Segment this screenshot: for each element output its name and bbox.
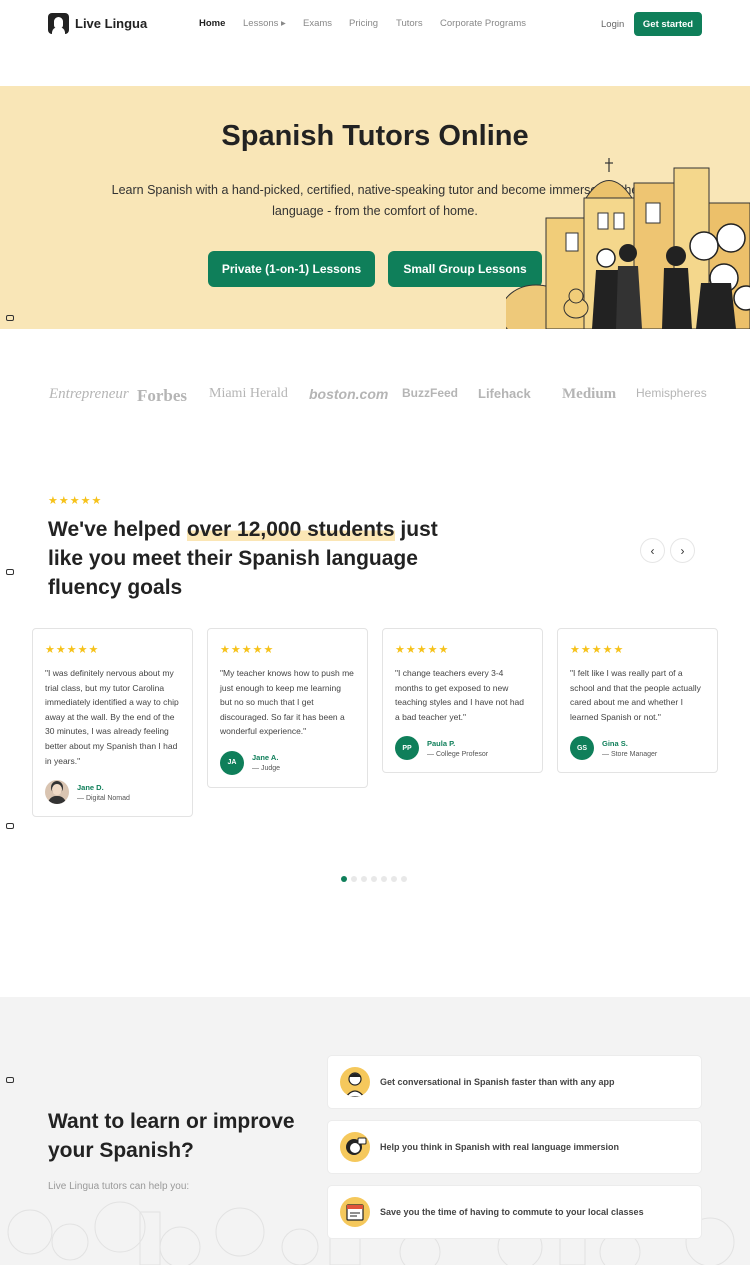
calendar-icon xyxy=(340,1197,370,1227)
testimonial-author: JA Jane A. — Judge xyxy=(220,750,355,775)
testimonials-heading: We've helped over 12,000 students just l… xyxy=(48,515,478,602)
person-icon xyxy=(340,1067,370,1097)
press-logo-medium: Medium xyxy=(562,386,617,402)
avatar: JA xyxy=(220,750,244,775)
testimonial-card: ★★★★★ "I felt like I was really part of … xyxy=(557,628,718,774)
testimonial-author: PP Paula P. — College Profesor xyxy=(395,736,530,761)
carousel-dot[interactable] xyxy=(371,876,377,882)
nav-tutors[interactable]: Tutors xyxy=(396,18,423,29)
hero-section: Spanish Tutors Online Learn Spanish with… xyxy=(0,86,750,329)
press-logo-buzzfeed: BuzzFeed xyxy=(402,386,459,400)
card-stars: ★★★★★ xyxy=(220,644,275,656)
carousel-dot[interactable] xyxy=(401,876,407,882)
private-lessons-button[interactable]: Private (1-on-1) Lessons xyxy=(208,251,375,287)
nav-corporate-programs[interactable]: Corporate Programs xyxy=(440,18,526,29)
hero-title: Spanish Tutors Online xyxy=(221,120,529,152)
avatar: GS xyxy=(570,736,594,761)
press-logo-entrepreneur: Entrepreneur xyxy=(49,386,129,402)
nav-exams[interactable]: Exams xyxy=(303,18,332,29)
heading-highlight: over 12,000 students xyxy=(186,518,395,541)
testimonial-quote: "I felt like I was really part of a scho… xyxy=(570,668,701,722)
press-logo-miami-herald: Miami Herald xyxy=(209,386,288,401)
avatar xyxy=(45,780,69,805)
chat-icon[interactable] xyxy=(6,1077,14,1083)
benefit-text: Save you the time of having to commute t… xyxy=(380,1207,644,1217)
card-stars: ★★★★★ xyxy=(45,644,100,656)
testimonial-author: Jane D. — Digital Nomad xyxy=(45,780,180,805)
chat-icon[interactable] xyxy=(6,569,14,575)
get-started-button[interactable]: Get started xyxy=(634,12,702,36)
head-speech-icon xyxy=(340,1132,370,1162)
testimonial-author: GS Gina S. — Store Manager xyxy=(570,736,705,761)
prev-arrow-button[interactable]: ‹ xyxy=(640,538,665,563)
testimonial-quote: "I change teachers every 3-4 months to g… xyxy=(395,668,525,722)
heading-text-before: We've helped xyxy=(48,518,187,541)
carousel-dot[interactable] xyxy=(391,876,397,882)
author-name: Jane D. xyxy=(77,782,104,792)
learn-title: Want to learn or improve your Spanish? xyxy=(48,1110,295,1162)
top-nav: Live Lingua Home Lessons ▸ Exams Pricing… xyxy=(0,0,750,50)
testimonial-card: ★★★★★ "I change teachers every 3-4 month… xyxy=(382,628,543,774)
card-stars: ★★★★★ xyxy=(570,644,625,656)
benefit-text: Help you think in Spanish with real lang… xyxy=(380,1142,620,1152)
card-stars: ★★★★★ xyxy=(395,644,450,656)
benefit-card: Help you think in Spanish with real lang… xyxy=(327,1120,702,1174)
carousel-dot[interactable] xyxy=(341,876,347,882)
chat-icon[interactable] xyxy=(6,823,14,829)
press-logo-hemispheres: Hemispheres xyxy=(636,386,707,400)
logo[interactable]: Live Lingua xyxy=(48,13,147,34)
nav-pricing[interactable]: Pricing xyxy=(349,18,378,29)
avatar: PP xyxy=(395,736,419,761)
author-role: — College Profesor xyxy=(427,750,489,758)
author-role: — Digital Nomad xyxy=(77,794,130,802)
press-logo-lifehack: Lifehack xyxy=(478,386,531,401)
author-name: Paula P. xyxy=(427,738,456,748)
city-illustration xyxy=(506,158,750,329)
press-logos: Entrepreneur Forbes Miami Herald boston.… xyxy=(0,386,750,406)
login-link[interactable]: Login xyxy=(601,19,624,30)
learn-section: Want to learn or improve your Spanish? L… xyxy=(0,997,750,1265)
carousel-dot[interactable] xyxy=(381,876,387,882)
press-logo-boston: boston.com xyxy=(309,386,389,402)
benefit-text: Get conversational in Spanish faster tha… xyxy=(380,1077,615,1087)
testimonial-quote: "I was definitely nervous about my trial… xyxy=(45,668,179,766)
press-logo-forbes: Forbes xyxy=(137,386,188,405)
carousel-dot[interactable] xyxy=(361,876,367,882)
carousel-dots xyxy=(341,876,407,882)
testimonial-quote: "My teacher knows how to push me just en… xyxy=(220,668,354,737)
author-name: Gina S. xyxy=(602,738,628,748)
next-arrow-button[interactable]: › xyxy=(670,538,695,563)
learn-subtitle: Live Lingua tutors can help you: xyxy=(48,1181,190,1192)
testimonial-card: ★★★★★ "I was definitely nervous about my… xyxy=(32,628,193,818)
chat-icon[interactable] xyxy=(6,315,14,321)
benefit-card: Save you the time of having to commute t… xyxy=(327,1185,702,1239)
nav-home[interactable]: Home xyxy=(199,18,225,29)
author-role: — Judge xyxy=(252,765,281,773)
author-name: Jane A. xyxy=(252,753,279,763)
author-role: — Store Manager xyxy=(602,750,658,758)
testimonial-card: ★★★★★ "My teacher knows how to push me j… xyxy=(207,628,368,788)
logo-text: Live Lingua xyxy=(75,16,148,31)
rating-stars: ★★★★★ xyxy=(48,495,103,507)
logo-icon xyxy=(48,13,69,34)
benefit-card: Get conversational in Spanish faster tha… xyxy=(327,1055,702,1109)
carousel-dot[interactable] xyxy=(351,876,357,882)
nav-lessons[interactable]: Lessons ▸ xyxy=(243,18,286,29)
